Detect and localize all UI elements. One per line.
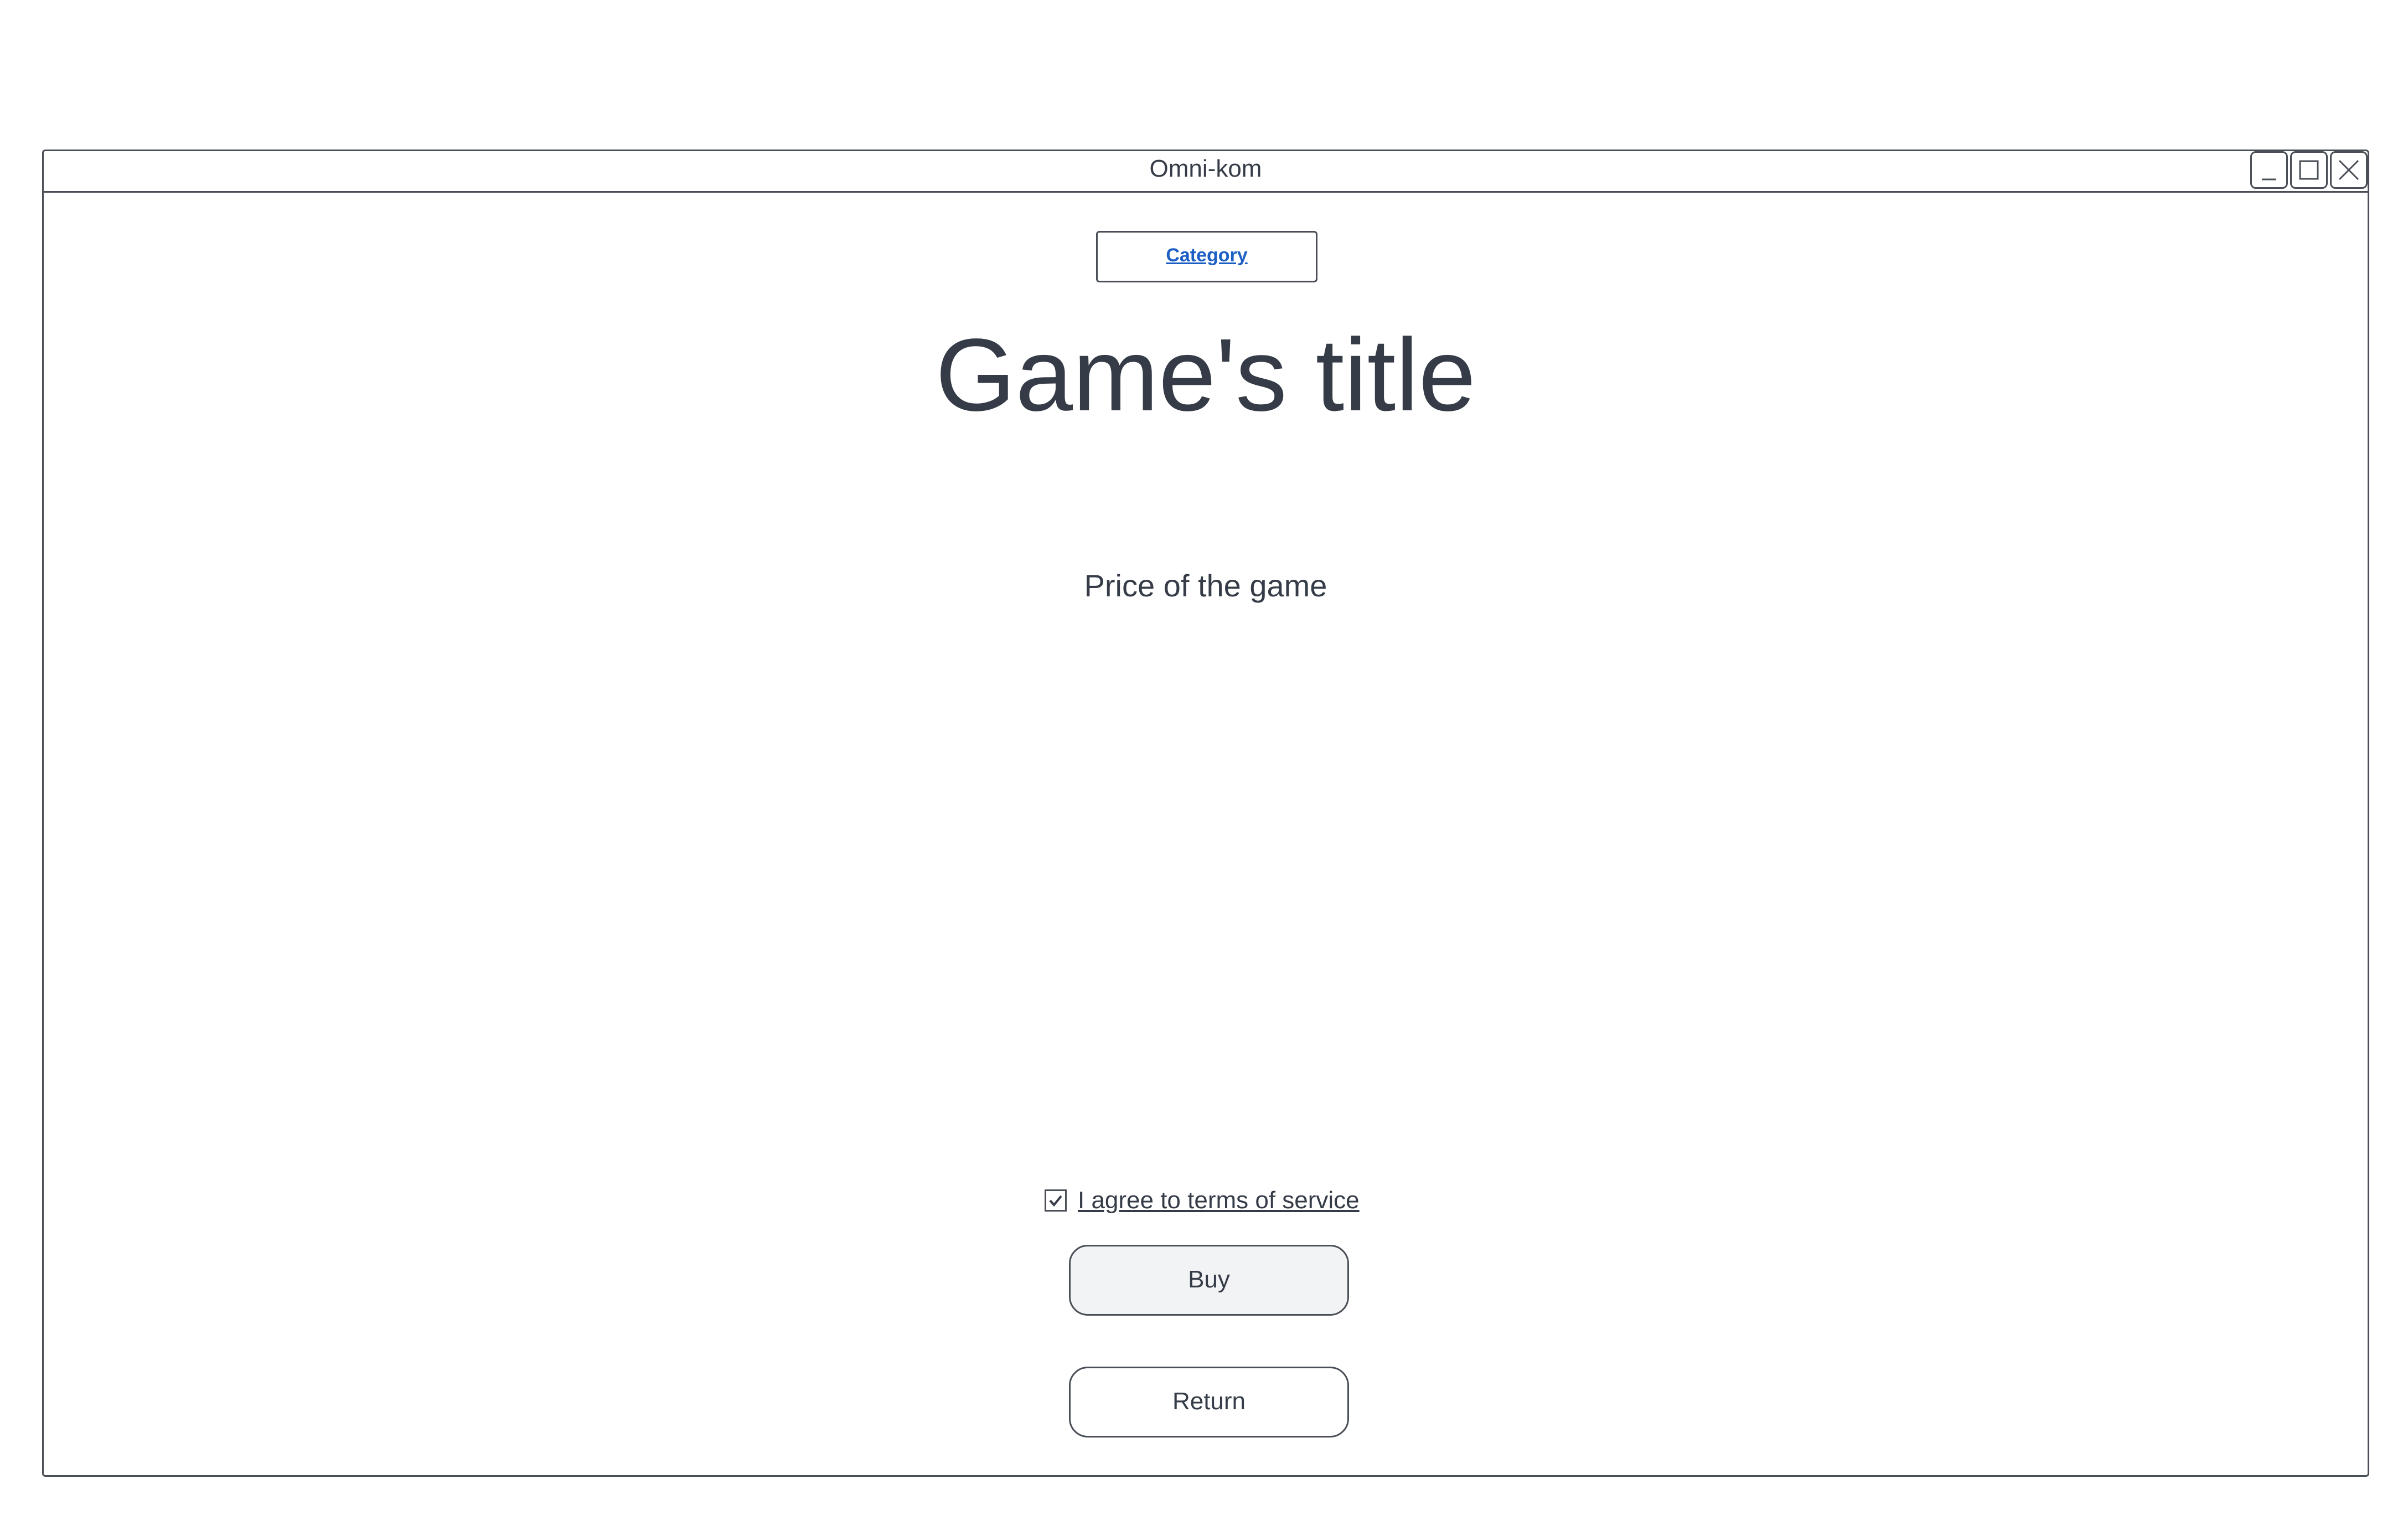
app-window: Omni-kom Category Game's title Price of …	[42, 150, 2369, 1477]
game-price: Price of the game	[1084, 568, 1327, 603]
title-bar[interactable]: Omni-kom	[44, 151, 2368, 193]
maximize-icon	[2299, 160, 2319, 180]
checkmark-icon	[1049, 1195, 1062, 1207]
window-controls	[2250, 151, 2368, 191]
category-link-button[interactable]: Category	[1096, 231, 1317, 282]
return-button[interactable]: Return	[1069, 1367, 1349, 1437]
close-button[interactable]	[2330, 151, 2368, 189]
minimize-button[interactable]	[2250, 151, 2288, 189]
game-title: Game's title	[935, 318, 1476, 432]
terms-link[interactable]: I agree to terms of service	[1078, 1187, 1360, 1214]
terms-row: I agree to terms of service	[1045, 1184, 1360, 1217]
minimize-icon	[2262, 178, 2276, 181]
maximize-button[interactable]	[2290, 151, 2328, 189]
window-title: Omni-kom	[1149, 155, 1262, 182]
terms-checkbox[interactable]	[1045, 1189, 1067, 1212]
close-icon	[2338, 159, 2359, 181]
buy-button[interactable]: Buy	[1069, 1245, 1349, 1316]
